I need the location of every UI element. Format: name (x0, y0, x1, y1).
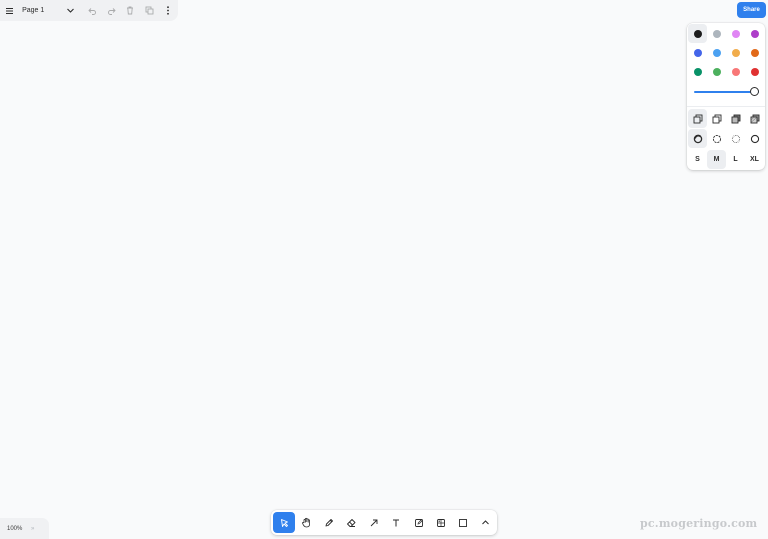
dash-dashed-icon[interactable] (707, 129, 726, 148)
color-dot (693, 29, 702, 38)
color-dot (712, 29, 721, 38)
redo-icon[interactable] (102, 1, 121, 21)
share-button[interactable]: Share (737, 2, 766, 18)
color-palette (688, 24, 764, 81)
color-dot (750, 67, 759, 76)
fill-semi-icon[interactable] (707, 109, 726, 128)
color-swatch[interactable] (726, 43, 745, 62)
size-label: S (695, 156, 700, 163)
size-button-s[interactable]: S (688, 150, 707, 169)
color-dot (731, 67, 740, 76)
rectangle-icon[interactable] (452, 512, 474, 533)
color-swatch[interactable] (726, 62, 745, 81)
page-name[interactable]: Page 1 (22, 7, 58, 14)
chevron-up-icon[interactable] (475, 512, 497, 533)
select-icon[interactable] (273, 512, 296, 533)
zoom-menu[interactable]: 100% » (0, 518, 49, 539)
duplicate-icon[interactable] (140, 1, 159, 21)
color-dot (750, 29, 759, 38)
color-swatch[interactable] (688, 24, 707, 43)
color-swatch[interactable] (688, 43, 707, 62)
color-swatch[interactable] (707, 62, 726, 81)
color-dot (731, 48, 740, 57)
color-dot (731, 29, 740, 38)
divider (687, 106, 765, 107)
color-dot (750, 48, 759, 57)
bottom-toolbar (271, 510, 497, 535)
size-label: L (733, 156, 738, 163)
color-swatch[interactable] (745, 43, 764, 62)
dash-draw-icon[interactable] (688, 129, 707, 148)
color-swatch[interactable] (745, 24, 764, 43)
size-label: M (713, 156, 720, 163)
more-vertical-icon[interactable] (159, 1, 178, 21)
color-swatch[interactable] (707, 43, 726, 62)
color-swatch[interactable] (707, 24, 726, 43)
fill-solid-icon[interactable] (726, 109, 745, 128)
undo-icon[interactable] (82, 1, 101, 21)
style-panel: S M L XL (687, 23, 765, 170)
size-row: S M L XL (688, 150, 764, 169)
watermark: pc.mogeringo.com (640, 517, 758, 530)
hand-icon[interactable] (295, 512, 317, 533)
opacity-slider[interactable] (694, 87, 759, 97)
color-dot (712, 48, 721, 57)
fill-pattern-icon[interactable] (745, 109, 764, 128)
fill-style-row (688, 109, 764, 128)
size-button-m[interactable]: M (707, 150, 726, 169)
chevron-down-icon[interactable] (61, 1, 80, 21)
pencil-icon[interactable] (318, 512, 340, 533)
color-swatch[interactable] (688, 62, 707, 81)
size-label: XL (750, 156, 759, 163)
size-button-l[interactable]: L (726, 150, 745, 169)
asset-icon[interactable] (430, 512, 452, 533)
text-icon[interactable] (385, 512, 407, 533)
zoom-expand-arrow[interactable]: » (31, 526, 34, 532)
eraser-icon[interactable] (340, 512, 362, 533)
note-icon[interactable] (407, 512, 429, 533)
menu-bar: Page 1 (0, 0, 178, 21)
dash-solid-icon[interactable] (745, 129, 764, 148)
color-swatch[interactable] (745, 62, 764, 81)
color-dot (693, 48, 702, 57)
swatch-row (688, 43, 764, 62)
color-swatch[interactable] (726, 24, 745, 43)
zoom-level[interactable]: 100% (7, 526, 31, 532)
hamburger-icon[interactable] (0, 1, 19, 21)
color-dot (712, 67, 721, 76)
trash-icon[interactable] (121, 1, 140, 21)
color-dot (693, 67, 702, 76)
arrow-icon[interactable] (363, 512, 385, 533)
swatch-row (688, 62, 764, 81)
size-button-xl[interactable]: XL (745, 150, 764, 169)
swatch-row (688, 24, 764, 43)
drawing-canvas[interactable] (0, 0, 768, 539)
slider-thumb[interactable] (750, 87, 759, 96)
fill-none-icon[interactable] (688, 109, 707, 128)
dash-style-row (688, 129, 764, 148)
dash-dotted-icon[interactable] (726, 129, 745, 148)
